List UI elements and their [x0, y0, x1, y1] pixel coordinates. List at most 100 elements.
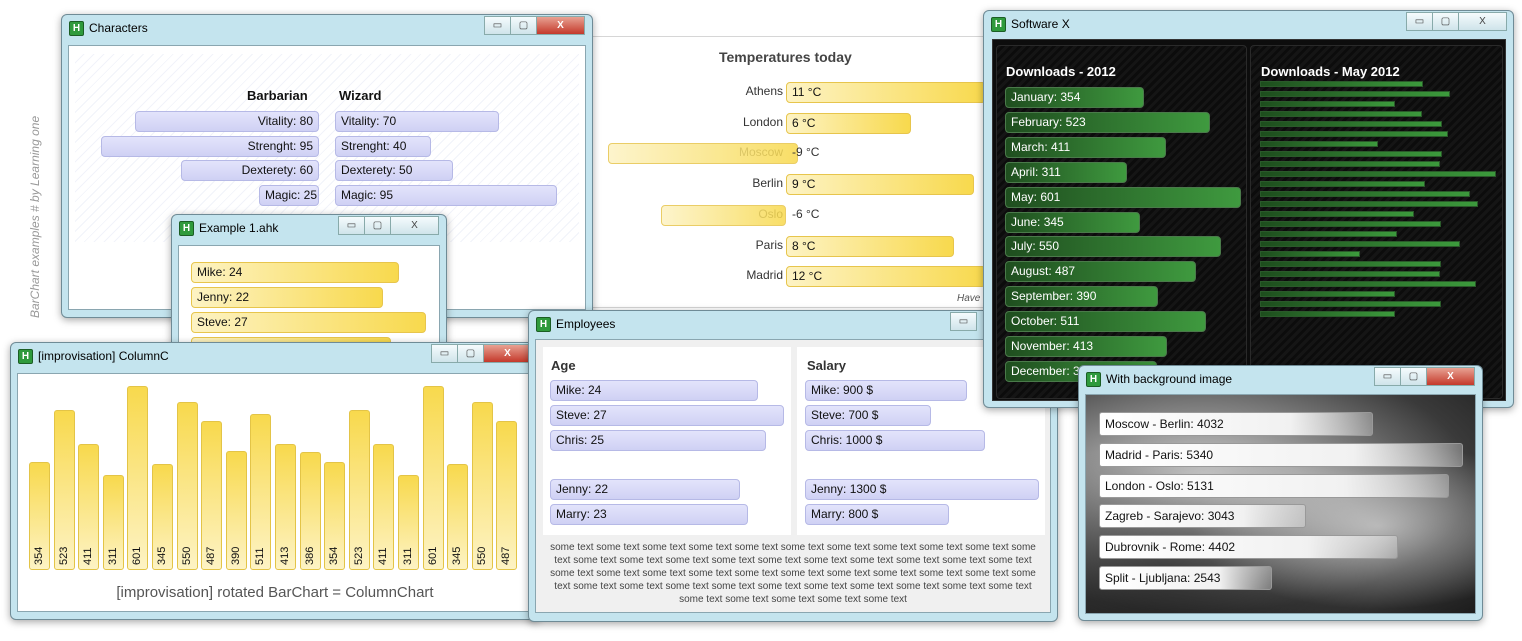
example-bar: Steve: 27 [191, 312, 426, 333]
daily-download-bar [1260, 310, 1395, 317]
title-bar[interactable]: H With background image ▭ ▢ X [1079, 366, 1482, 392]
maximize-button[interactable]: ▢ [510, 16, 537, 35]
minimize-button[interactable]: ▭ [950, 312, 977, 331]
salary-bar: Mike: 900 $ [805, 380, 967, 401]
app-h-icon: H [1086, 372, 1101, 387]
maximize-button[interactable]: ▢ [364, 216, 391, 235]
minimize-button[interactable]: ▭ [1374, 367, 1401, 386]
column-bar: 601 [422, 386, 444, 570]
month-download-bar: September: 390 [1005, 286, 1158, 308]
daily-download-bar [1260, 210, 1414, 217]
maximize-button[interactable]: ▢ [1432, 12, 1459, 31]
daily-download-bar [1260, 90, 1450, 97]
maximize-button[interactable]: ▢ [457, 344, 484, 363]
close-button[interactable]: X [1458, 12, 1507, 31]
minimize-button[interactable]: ▭ [1406, 12, 1433, 31]
column-value-label: 311 [106, 547, 119, 565]
watermark-text: BarChart examples # by Learning one [28, 115, 42, 318]
column-bar: 550 [176, 402, 198, 570]
title-bar[interactable]: H Example 1.ahk ▭ ▢ X [172, 215, 446, 241]
daily-download-bar [1260, 200, 1478, 207]
minimize-button[interactable]: ▭ [484, 16, 511, 35]
wizard-stat-bar: Magic: 95 [335, 184, 557, 206]
daily-download-bar [1260, 280, 1476, 287]
daily-download-bar [1260, 190, 1470, 197]
column-bar: 354 [324, 462, 346, 570]
column-bar: 550 [471, 402, 493, 570]
temperature-city-label: Athens [745, 84, 783, 98]
daily-download-bar [1260, 120, 1442, 127]
close-button[interactable]: X [483, 344, 532, 363]
month-download-bar: November: 413 [1005, 336, 1167, 357]
daily-download-bar [1260, 110, 1422, 117]
app-h-icon: H [536, 317, 551, 332]
daily-download-bar [1260, 240, 1460, 247]
temperature-bar: 8 °C [786, 235, 954, 257]
title-bar[interactable]: H [improvisation] ColumnC ▭ ▢ X [11, 343, 539, 369]
column-bar: 487 [201, 421, 223, 570]
daily-download-bar [1260, 220, 1441, 227]
barbarian-stat-bar: Vitality: 80 [135, 111, 319, 132]
title-bar[interactable]: H Employees ▭ [529, 311, 1057, 337]
title-bar[interactable]: H Software X ▭ ▢ X [984, 11, 1513, 37]
column-value-label: 411 [82, 547, 95, 565]
window-title: Example 1.ahk [199, 221, 279, 235]
column-value-label: 386 [303, 546, 316, 565]
minimize-button[interactable]: ▭ [338, 216, 365, 235]
wizard-stat-bar: Vitality: 70 [335, 111, 499, 132]
daily-download-bar [1260, 250, 1360, 257]
age-header: Age [551, 358, 576, 373]
route-bar: Dubrovnik - Rome: 4402 [1099, 535, 1398, 560]
temperature-bar [661, 204, 786, 226]
column-bar: 523 [348, 410, 370, 570]
example-bar: Jenny: 22 [191, 287, 383, 308]
route-bar: London - Oslo: 5131 [1099, 473, 1449, 498]
column-value-label: 411 [377, 547, 390, 565]
close-button[interactable]: X [390, 216, 439, 235]
column-bar: 413 [275, 444, 296, 570]
temperature-bar: 12 °C [786, 266, 986, 288]
temperature-value-label: -9 °C [792, 145, 820, 160]
month-download-bar: February: 523 [1005, 111, 1210, 133]
age-bar: Marry: 23 [550, 504, 748, 525]
column-chart-client: 354 523 411 311 601 345 550 487 390 511 413 386 354 5… [17, 373, 533, 612]
month-download-bar: January: 354 [1005, 87, 1144, 108]
close-button[interactable]: X [1426, 367, 1475, 386]
column-bar: 601 [127, 386, 149, 570]
temperature-city-label: Madrid [746, 268, 783, 283]
column-bar: 311 [398, 475, 419, 570]
month-download-bar: May: 601 [1005, 186, 1241, 208]
month-download-bar: April: 311 [1005, 161, 1127, 183]
maximize-button[interactable]: ▢ [1400, 367, 1427, 386]
minimize-button[interactable]: ▭ [431, 344, 458, 363]
salary-bar: Jenny: 1300 $ [805, 479, 1039, 500]
temperatures-title: Temperatures today [719, 49, 852, 65]
column-value-label: 345 [156, 546, 168, 565]
salary-bar: Marry: 800 $ [805, 504, 949, 525]
temperature-bar [608, 143, 798, 165]
temperature-bar: 11 °C [786, 82, 986, 103]
column-bar: 523 [53, 410, 75, 570]
column-value-label: 354 [33, 546, 45, 565]
salary-header: Salary [807, 358, 847, 373]
daily-download-bar [1260, 290, 1395, 297]
close-button[interactable]: X [536, 16, 585, 35]
daily-download-bar [1260, 180, 1425, 187]
window-title: [improvisation] ColumnC [38, 349, 169, 363]
column-bar: 386 [299, 452, 321, 570]
column-value-label: 390 [229, 546, 242, 565]
title-bar[interactable]: H Characters ▭ ▢ X [62, 15, 592, 41]
example-bar: Mike: 24 [191, 262, 399, 283]
month-download-bar: July: 550 [1005, 236, 1221, 258]
month-download-bar: October: 511 [1005, 311, 1206, 333]
route-bar: Zagreb - Sarajevo: 3043 [1099, 504, 1306, 529]
column-value-label: 487 [205, 546, 218, 565]
column-bar: 354 [29, 462, 50, 570]
barbarian-stat-bar: Strenght: 95 [101, 135, 319, 157]
column-value-label: 311 [402, 547, 414, 565]
column-bar: 390 [225, 451, 247, 570]
age-bar: Steve: 27 [550, 405, 784, 426]
daily-download-bar [1260, 300, 1441, 307]
window-title: Employees [556, 317, 616, 331]
temperature-bar: 9 °C [786, 174, 974, 196]
